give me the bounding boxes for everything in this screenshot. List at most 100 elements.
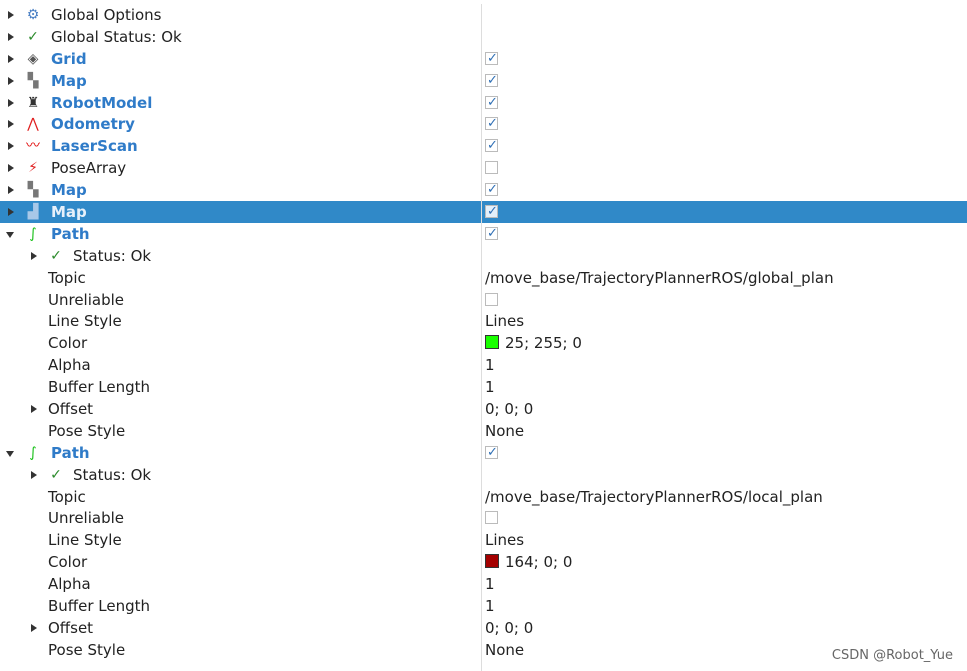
display-item[interactable]: ⚡ PoseArray (0, 157, 967, 179)
expand-arrow-icon[interactable] (29, 245, 39, 267)
display-item[interactable]: ♜ RobotModel (0, 92, 967, 114)
property-value-text: 1 (485, 378, 495, 397)
property-value[interactable]: 25; 255; 0 (485, 332, 582, 354)
color-swatch[interactable] (485, 335, 499, 350)
check-icon: ✓ (27, 28, 39, 45)
collapse-arrow-icon[interactable] (6, 223, 16, 245)
property-row[interactable]: Topic/move_base/TrajectoryPlannerROS/loc… (0, 486, 967, 508)
property-value[interactable]: 1 (485, 354, 495, 376)
property-value-text: None (485, 640, 525, 659)
row-label: Map (51, 71, 87, 90)
property-value-text: Lines (485, 312, 525, 331)
row-label: Buffer Length (48, 378, 151, 397)
property-value-text: 164; 0; 0 (505, 553, 573, 572)
property-value[interactable]: 1 (485, 376, 495, 398)
property-value[interactable]: /move_base/TrajectoryPlannerROS/local_pl… (485, 486, 823, 508)
display-item[interactable]: ⚙ Global Options (0, 4, 967, 26)
display-item[interactable]: ▟ Map (0, 201, 967, 223)
row-label: Grid (51, 49, 87, 68)
property-row[interactable]: Pose Style None (0, 420, 967, 442)
display-item[interactable]: ▚ Map (0, 179, 967, 201)
property-value-text: /move_base/TrajectoryPlannerROS/local_pl… (485, 487, 823, 506)
display-item[interactable]: ∫ Path (0, 442, 967, 464)
property-value[interactable]: None (485, 639, 524, 661)
row-label: Odometry (51, 115, 135, 134)
enable-checkbox[interactable] (485, 113, 498, 135)
property-row[interactable]: Color 25; 255; 0 (0, 332, 967, 354)
property-value[interactable]: 0; 0; 0 (485, 398, 533, 420)
map-icon: ▟ (27, 204, 39, 221)
grid-icon: ◈ (27, 50, 39, 67)
enable-checkbox[interactable] (485, 179, 498, 201)
expand-arrow-icon[interactable] (6, 135, 16, 157)
expand-arrow-icon[interactable] (6, 157, 16, 179)
color-swatch[interactable] (485, 554, 499, 569)
property-row[interactable]: Unreliable (0, 507, 967, 529)
expand-arrow-icon[interactable] (6, 179, 16, 201)
property-value[interactable]: 1 (485, 595, 495, 617)
display-item[interactable]: ▚ Map (0, 70, 967, 92)
property-value-text: 1 (485, 575, 495, 594)
property-row[interactable]: Offset 0; 0; 0 (0, 617, 967, 639)
display-item[interactable]: ∫ Path (0, 223, 967, 245)
expand-arrow-icon[interactable] (6, 70, 16, 92)
enable-checkbox[interactable] (485, 292, 498, 306)
property-value[interactable]: 0; 0; 0 (485, 617, 533, 639)
property-value[interactable]: Lines (485, 310, 524, 332)
enable-checkbox[interactable] (485, 201, 498, 223)
expand-arrow-icon[interactable] (6, 201, 16, 223)
enable-checkbox[interactable] (485, 442, 498, 464)
property-row[interactable]: Unreliable (0, 289, 967, 311)
property-row[interactable]: ✓ Status: Ok (0, 464, 967, 486)
row-label: Buffer Length (48, 597, 151, 616)
enable-checkbox[interactable] (485, 135, 498, 157)
display-item[interactable]: ◈ Grid (0, 48, 967, 70)
expand-arrow-icon[interactable] (29, 617, 39, 639)
enable-checkbox[interactable] (485, 70, 498, 92)
property-value[interactable]: Lines (485, 529, 524, 551)
property-value[interactable]: None (485, 420, 524, 442)
display-item[interactable]: 〰 LaserScan (0, 135, 967, 157)
row-label: Offset (48, 618, 94, 637)
collapse-arrow-icon[interactable] (6, 442, 16, 464)
row-label: Path (51, 224, 90, 243)
row-label: Color (48, 553, 88, 572)
expand-arrow-icon[interactable] (6, 26, 16, 48)
check-icon: ✓ (50, 247, 62, 264)
property-value-text: 25; 255; 0 (505, 334, 582, 353)
expand-arrow-icon[interactable] (6, 48, 16, 70)
property-value-text: Lines (485, 531, 525, 550)
property-row[interactable]: Alpha 1 (0, 354, 967, 376)
enable-checkbox[interactable] (485, 92, 498, 114)
property-row[interactable]: Offset 0; 0; 0 (0, 398, 967, 420)
property-value[interactable]: 1 (485, 573, 495, 595)
enable-checkbox[interactable] (485, 223, 498, 245)
property-row[interactable]: Line Style Lines (0, 310, 967, 332)
display-item[interactable]: ✓ Global Status: Ok (0, 26, 967, 48)
property-row[interactable]: Line Style Lines (0, 529, 967, 551)
property-row[interactable]: Buffer Length 1 (0, 595, 967, 617)
expand-arrow-icon[interactable] (6, 113, 16, 135)
enable-checkbox[interactable] (485, 161, 498, 175)
property-value[interactable]: 164; 0; 0 (485, 551, 572, 573)
enable-checkbox[interactable] (485, 511, 498, 525)
expand-arrow-icon[interactable] (29, 398, 39, 420)
row-label: LaserScan (51, 137, 138, 156)
property-row[interactable]: Topic/move_base/TrajectoryPlannerROS/glo… (0, 267, 967, 289)
column-divider[interactable] (481, 4, 482, 671)
watermark: CSDN @Robot_Yue (831, 648, 953, 663)
expand-arrow-icon[interactable] (6, 92, 16, 114)
property-row[interactable]: Color 164; 0; 0 (0, 551, 967, 573)
display-item[interactable]: ⋀ Odometry (0, 113, 967, 135)
row-label: Global Options (51, 6, 162, 24)
robot-model-icon: ♜ (26, 94, 40, 111)
expand-arrow-icon[interactable] (6, 4, 16, 26)
property-row[interactable]: Alpha 1 (0, 573, 967, 595)
property-row[interactable]: Pose Style None (0, 639, 967, 661)
property-row[interactable]: ✓ Status: Ok (0, 245, 967, 267)
enable-checkbox[interactable] (485, 48, 498, 70)
row-label: RobotModel (51, 93, 153, 112)
expand-arrow-icon[interactable] (29, 464, 39, 486)
property-value[interactable]: /move_base/TrajectoryPlannerROS/global_p… (485, 267, 834, 289)
property-row[interactable]: Buffer Length 1 (0, 376, 967, 398)
